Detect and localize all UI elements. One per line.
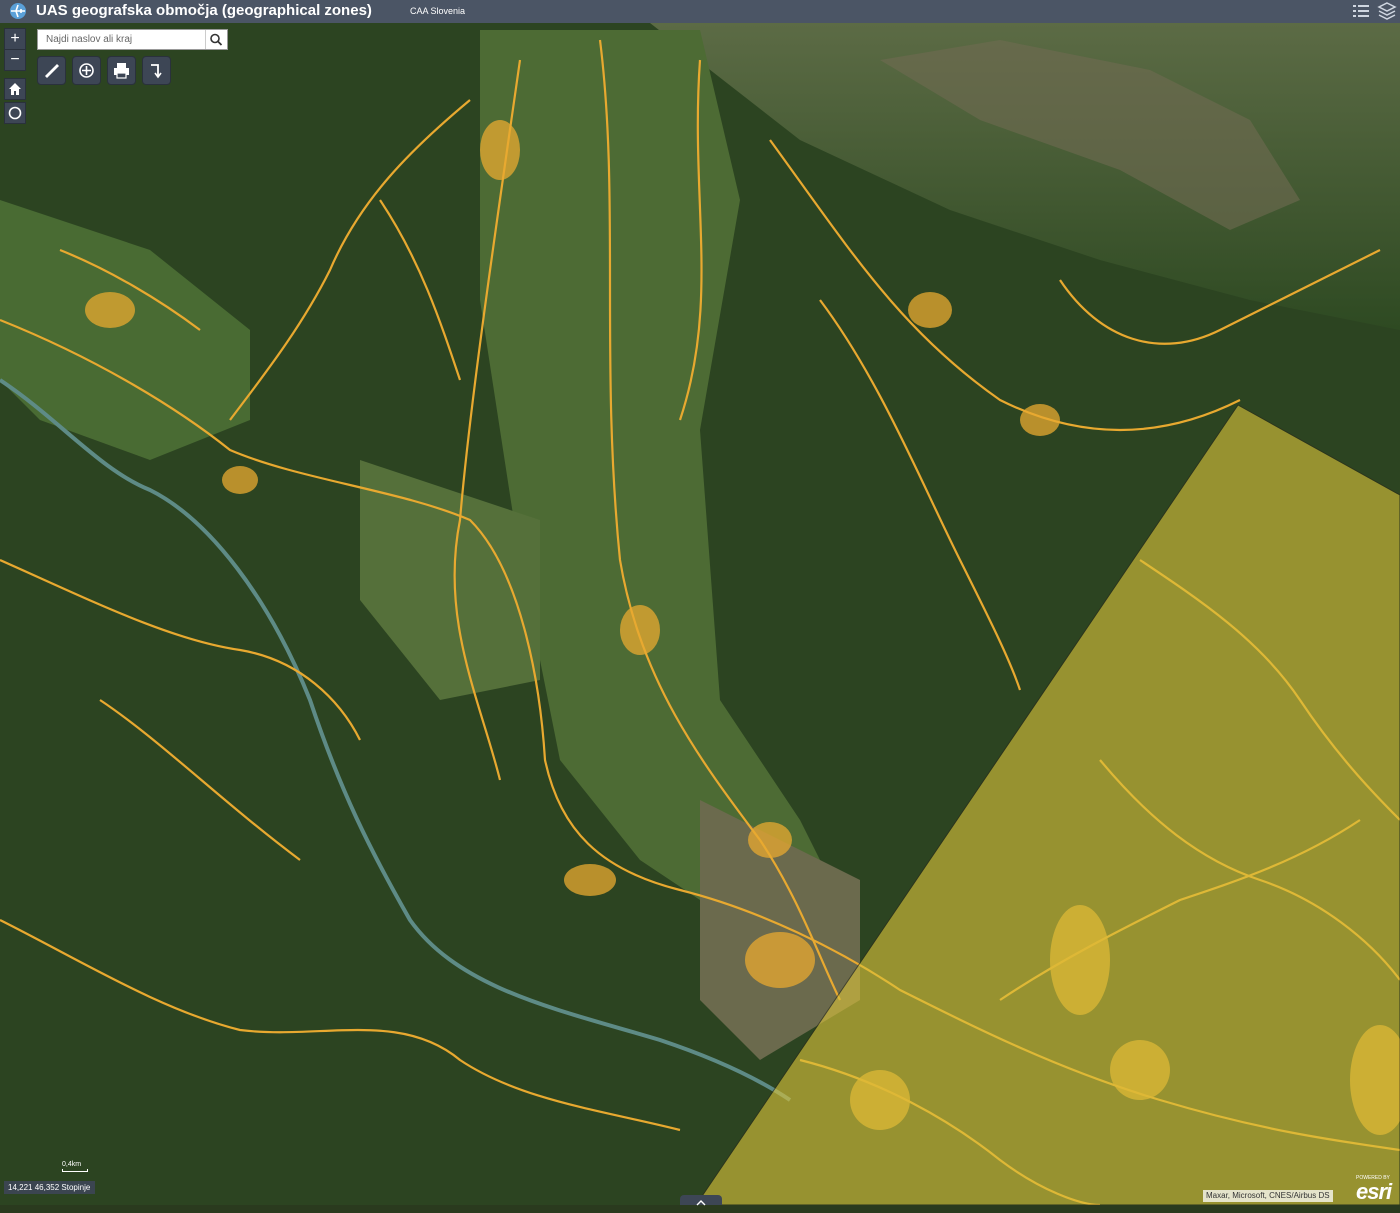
esri-wordmark: esri [1356,1179,1392,1204]
layer-list-icon[interactable] [1350,1,1372,21]
directions-icon [79,63,94,78]
draw-button[interactable] [142,56,171,85]
layers-icon[interactable] [1376,1,1398,21]
satellite-basemap[interactable] [0,23,1400,1205]
panel-toggle-tab[interactable] [680,1195,722,1206]
chevron-up-icon [696,1200,706,1206]
scale-label: 0,4km [62,1161,82,1168]
zoom-in-button[interactable]: + [5,29,25,49]
zoom-control: + − [4,28,26,71]
coordinate-readout: 14,221 46,352 Stopinje [4,1181,96,1194]
directions-button[interactable] [72,56,101,85]
map-attribution: Maxar, Microsoft, CNES/Airbus DS [1203,1190,1333,1202]
search-button[interactable] [205,30,227,49]
search-icon [210,33,223,46]
print-button[interactable] [107,56,136,85]
map-view[interactable] [0,23,1400,1205]
locate-button[interactable] [4,102,26,124]
scale-line [62,1169,88,1172]
home-button[interactable] [4,78,26,100]
measure-button[interactable] [37,56,66,85]
search-widget [37,29,228,50]
print-icon [114,63,129,79]
app-title: UAS geografska območja (geographical zon… [36,2,372,19]
airplane-icon [10,3,26,19]
measure-icon [45,64,59,78]
app-subtitle: CAA Slovenia [410,6,466,16]
locate-icon [8,106,22,120]
search-input[interactable] [38,30,206,49]
zoom-out-button[interactable]: − [5,49,25,70]
home-icon [9,83,21,95]
app-header: UAS geografska območja (geographical zon… [0,0,1400,23]
draw-icon [151,64,162,79]
